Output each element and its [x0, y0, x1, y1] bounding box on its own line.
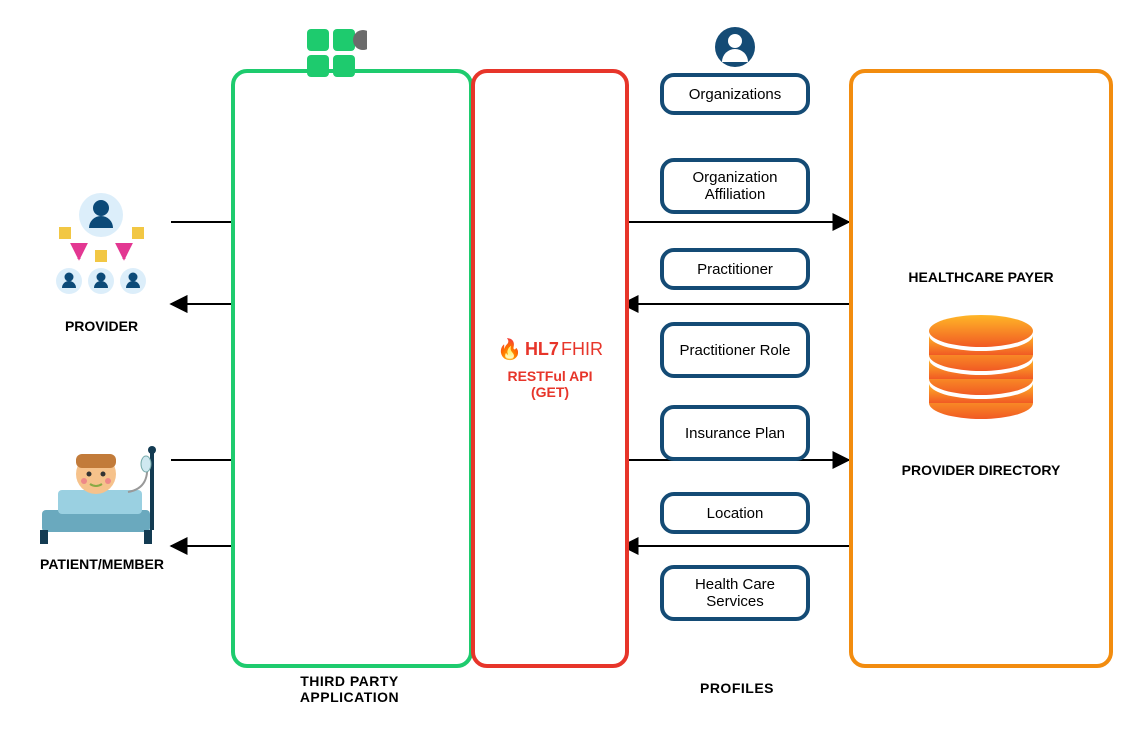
profile-insurance-plan: Insurance Plan: [660, 405, 810, 461]
healthcare-payer-title: HEALTHCARE PAYER: [908, 269, 1053, 285]
diagram-canvas: QUERY RESPONSE QUERY RESPONSE THIRD PART…: [0, 0, 1144, 733]
profile-organizations: Organizations: [660, 73, 810, 115]
patient-icon: [34, 432, 169, 555]
provider-label: PROVIDER: [34, 318, 169, 334]
third-party-app-icon: [307, 29, 357, 79]
provider-icon: [34, 190, 169, 315]
profile-organization-affiliation: Organization Affiliation: [660, 158, 810, 214]
third-party-app-box: [231, 69, 473, 668]
profile-health-care-services: Health Care Services: [660, 565, 810, 621]
hl7-fhir-logo: 🔥 HL7 FHIR: [497, 337, 603, 362]
profiles-label: PROFILES: [682, 680, 792, 696]
flame-icon: 🔥: [497, 337, 522, 362]
profile-practitioner: Practitioner: [660, 248, 810, 290]
profile-location: Location: [660, 492, 810, 534]
restful-api-box: 🔥 HL7 FHIR RESTFul API (GET): [471, 69, 629, 668]
fhir-text: FHIR: [561, 339, 603, 360]
provider-directory-box: HEALTHCARE PAYER: [849, 69, 1113, 668]
api-subtitle: (GET): [531, 384, 569, 400]
profiles-person-icon: [714, 26, 756, 73]
hl7-text: HL7: [525, 339, 559, 360]
profile-practitioner-role: Practitioner Role: [660, 322, 810, 378]
api-title: RESTFul API: [507, 368, 592, 384]
third-party-app-label: THIRD PARTY APPLICATION: [252, 673, 447, 705]
database-icon: [921, 311, 1041, 426]
provider-directory-title: PROVIDER DIRECTORY: [902, 462, 1061, 478]
patient-label: PATIENT/MEMBER: [22, 556, 182, 572]
